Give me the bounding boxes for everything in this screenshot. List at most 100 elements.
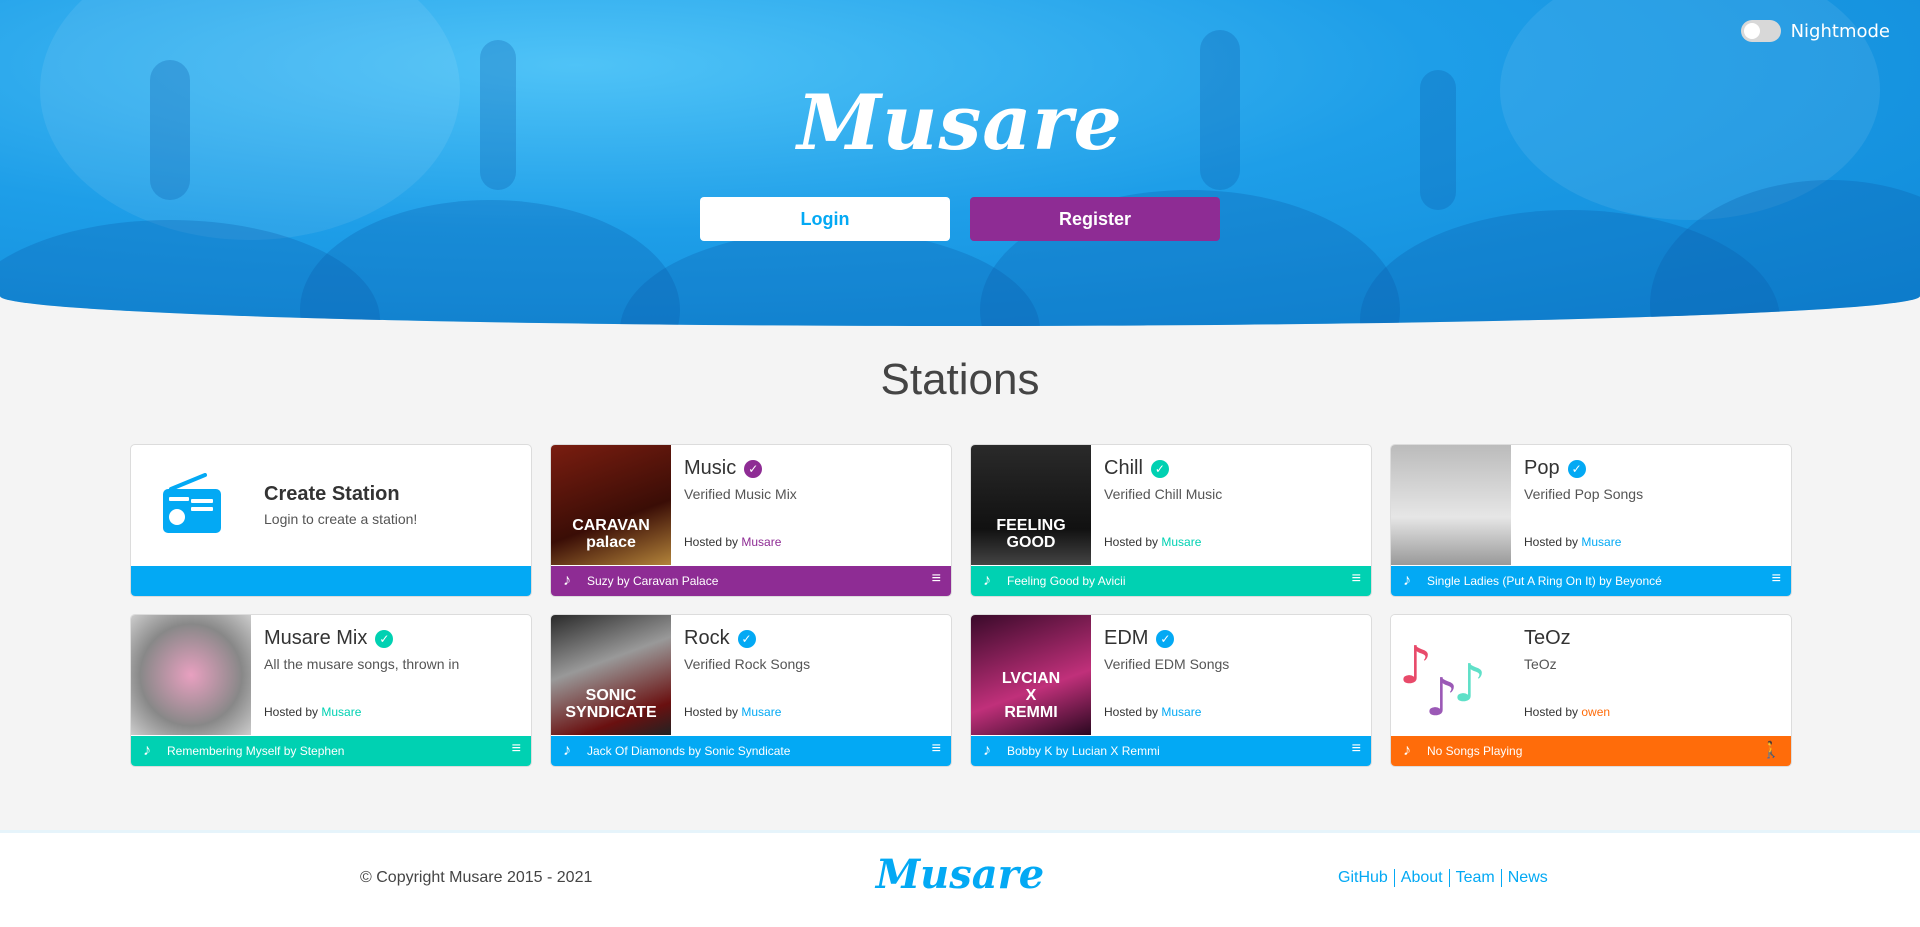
create-station-card[interactable]: Create Station Login to create a station… (130, 444, 532, 597)
station-name: Music (684, 457, 737, 479)
host-link[interactable]: Musare (1581, 535, 1621, 549)
header-logo: Musare (797, 78, 1123, 167)
login-button[interactable]: Login (700, 197, 950, 241)
now-playing-bar: ♪ Feeling Good by Avicii ≡ (971, 566, 1371, 596)
svg-text:♪: ♪ (1453, 654, 1486, 714)
station-thumbnail (1391, 445, 1511, 565)
station-card[interactable]: FEELING GOOD Chill ✓ Verified Chill Music Ho… (970, 444, 1372, 597)
verified-icon: ✓ (1156, 629, 1175, 648)
station-thumbnail: SONIC SYNDICATE (551, 615, 671, 735)
radio-icon (163, 473, 221, 533)
album-art-text: SONIC SYNDICATE (565, 687, 657, 721)
album-art-text: LVCIAN X REMMI (1001, 670, 1061, 721)
hero-banner: Nightmode Musare Login Register (0, 0, 1920, 326)
station-description: Verified Music Mix (684, 486, 797, 502)
station-description: Verified Rock Songs (684, 656, 811, 672)
album-art-text: CARAVAN palace (572, 517, 650, 551)
now-playing-bar: ♪ Bobby K by Lucian X Remmi ≡ (971, 736, 1371, 766)
nightmode-label: Nightmode (1790, 20, 1890, 42)
verified-icon: ✓ (375, 629, 394, 648)
now-playing-bar: ♪ Remembering Myself by Stephen ≡ (131, 736, 531, 766)
music-note-icon: ♪ (1403, 572, 1411, 589)
no-music-icon: ♪ (1403, 742, 1411, 759)
music-note-icon: ♪ (563, 742, 571, 759)
station-description: Verified Pop Songs (1524, 486, 1644, 502)
station-host: Hosted by owen (1524, 705, 1611, 719)
station-description: Verified Chill Music (1104, 486, 1223, 502)
station-host: Hosted by Musare (1104, 535, 1202, 549)
create-station-bar (131, 566, 531, 596)
now-playing-bar: ♪ Jack Of Diamonds by Sonic Syndicate ≡ (551, 736, 951, 766)
now-playing-text: Jack Of Diamonds by Sonic Syndicate (587, 744, 791, 758)
station-description: TeOz (1524, 656, 1557, 672)
station-host: Hosted by Musare (1524, 535, 1622, 549)
station-name: Chill (1104, 457, 1143, 479)
station-host: Hosted by Musare (264, 705, 362, 719)
stations-heading: Stations (880, 355, 1040, 404)
now-playing-text: No Songs Playing (1427, 744, 1523, 758)
person-icon[interactable]: 🚶 (1761, 740, 1781, 760)
verified-icon: ✓ (737, 629, 756, 648)
footer-link-team[interactable]: Team (1448, 869, 1501, 887)
host-link[interactable]: Musare (1161, 705, 1201, 719)
music-note-icon: ♪ (983, 742, 991, 759)
station-name: TeOz (1524, 627, 1571, 649)
nightmode-switch[interactable]: Nightmode (1740, 20, 1890, 42)
now-playing-text: Single Ladies (Put A Ring On It) by Beyo… (1427, 574, 1662, 588)
host-link[interactable]: Musare (741, 705, 781, 719)
station-thumbnail: FEELING GOOD (971, 445, 1091, 565)
station-name: Rock (684, 627, 730, 649)
footer-link-about[interactable]: About (1393, 869, 1449, 887)
footer-link-github[interactable]: GitHub (1338, 869, 1394, 887)
station-name: Musare Mix (264, 627, 368, 649)
queue-icon[interactable]: ≡ (512, 740, 521, 758)
now-playing-text: Suzy by Caravan Palace (587, 574, 719, 588)
footer-links: GitHub About Team News (1338, 869, 1554, 887)
queue-icon[interactable]: ≡ (1772, 570, 1781, 588)
footer-logo: Musare (875, 851, 1045, 898)
register-button[interactable]: Register (970, 197, 1220, 241)
station-description: Verified EDM Songs (1104, 656, 1230, 672)
station-thumbnail: CARAVAN palace (551, 445, 671, 565)
station-thumbnail (131, 615, 251, 735)
station-host: Hosted by Musare (1104, 705, 1202, 719)
station-name: EDM (1104, 627, 1149, 649)
album-art-text: FEELING GOOD (996, 517, 1066, 551)
station-card[interactable]: LVCIAN X REMMI EDM ✓ Verified EDM Songs Host… (970, 614, 1372, 767)
station-name: Pop (1524, 457, 1560, 479)
station-card[interactable]: Musare Mix ✓ All the musare songs, thrown … (130, 614, 532, 767)
station-card[interactable]: ♪ ♪ ♪ TeOz TeOz Hosted by owen ♪ No Songs Playi… (1390, 614, 1792, 767)
music-note-icon: ♪ (983, 572, 991, 589)
station-card[interactable]: SONIC SYNDICATE Rock ✓ Verified Rock Songs H… (550, 614, 952, 767)
queue-icon[interactable]: ≡ (1352, 740, 1361, 758)
verified-icon: ✓ (744, 459, 763, 478)
now-playing-text: Remembering Myself by Stephen (167, 744, 345, 758)
music-note-icon: ♪ (143, 742, 151, 759)
host-link[interactable]: Musare (321, 705, 361, 719)
music-note-icon: ♪ (563, 572, 571, 589)
footer: © Copyright Musare 2015 - 2021 Musare Gi… (0, 830, 1920, 927)
now-playing-bar: ♪ Single Ladies (Put A Ring On It) by Bey… (1391, 566, 1791, 596)
verified-icon: ✓ (1567, 459, 1586, 478)
now-playing-text: Bobby K by Lucian X Remmi (1007, 744, 1160, 758)
station-card[interactable]: CARAVAN palace Music ✓ Verified Music Mix Ho… (550, 444, 952, 597)
verified-icon: ✓ (1150, 459, 1169, 478)
station-card[interactable]: Pop ✓ Verified Pop Songs Hosted by Musare ♪ S… (1390, 444, 1792, 597)
queue-icon[interactable]: ≡ (932, 570, 941, 588)
queue-icon[interactable]: ≡ (932, 740, 941, 758)
footer-copyright: © Copyright Musare 2015 - 2021 (360, 869, 593, 886)
now-playing-bar: ♪ No Songs Playing 🚶 (1391, 736, 1791, 766)
station-thumbnail: ♪ ♪ ♪ (1391, 615, 1511, 735)
station-thumbnail: LVCIAN X REMMI (971, 615, 1091, 735)
host-link[interactable]: owen (1581, 705, 1610, 719)
now-playing-bar: ♪ Suzy by Caravan Palace ≡ (551, 566, 951, 596)
footer-link-news[interactable]: News (1500, 869, 1554, 887)
create-station-desc: Login to create a station! (264, 511, 418, 527)
station-host: Hosted by Musare (684, 535, 782, 549)
host-link[interactable]: Musare (1161, 535, 1201, 549)
host-link[interactable]: Musare (741, 535, 781, 549)
station-description: All the musare songs, thrown in (264, 656, 460, 672)
nightmode-toggle[interactable] (1740, 20, 1781, 42)
queue-icon[interactable]: ≡ (1352, 570, 1361, 588)
now-playing-text: Feeling Good by Avicii (1007, 574, 1126, 588)
